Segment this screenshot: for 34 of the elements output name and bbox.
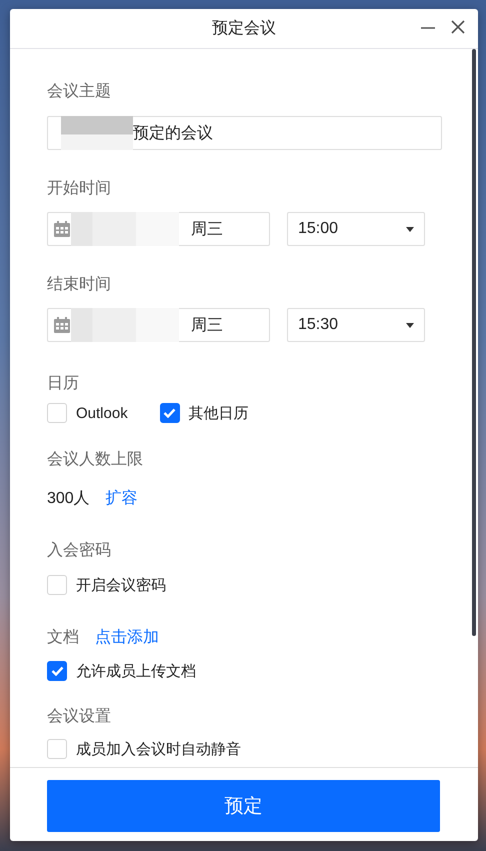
section-label: 开始时间 xyxy=(47,179,112,199)
calendar-icon xyxy=(53,220,71,238)
checkbox-label: Outlook xyxy=(76,404,128,422)
section-label: 文档 xyxy=(47,628,79,648)
date-field[interactable]: 周三 xyxy=(47,308,270,342)
section-label: 结束时间 xyxy=(47,275,112,295)
section-label: 日历 xyxy=(47,374,80,394)
time-select[interactable]: 15:00 xyxy=(287,212,425,246)
add-document-link[interactable]: 点击添加 xyxy=(95,628,159,648)
close-icon[interactable] xyxy=(450,19,466,35)
redaction-block xyxy=(61,116,133,150)
expand-link[interactable]: 扩容 xyxy=(106,489,138,509)
calendar-icon xyxy=(53,316,71,334)
checkbox-label: 允许成员上传文档 xyxy=(76,662,196,680)
checkbox[interactable] xyxy=(160,403,180,423)
capacity-value: 300人 xyxy=(47,489,90,509)
scrollbar-thumb[interactable] xyxy=(472,49,476,636)
time-select[interactable]: 15:30 xyxy=(287,308,425,342)
section-label: 会议主题 xyxy=(47,82,112,102)
section-label: 入会密码 xyxy=(47,541,112,561)
caret-icon xyxy=(406,226,414,232)
checkbox-label: 其他日历 xyxy=(188,404,249,422)
section-label: 会议设置 xyxy=(47,707,112,727)
checkbox[interactable] xyxy=(47,661,67,681)
checkbox-label: 成员加入会议时自动静音 xyxy=(76,740,241,758)
book-button[interactable]: 预定 xyxy=(47,780,440,832)
caret-icon xyxy=(406,322,414,328)
window-title: 预定会议 xyxy=(212,18,276,39)
checkbox-label: 开启会议密码 xyxy=(76,576,166,594)
input-field[interactable]: 预定的会议 xyxy=(47,116,442,150)
date-field[interactable]: 周三 xyxy=(47,212,270,246)
checkmark-icon xyxy=(50,666,64,676)
section-label: 会议人数上限 xyxy=(47,450,144,470)
checkmark-icon xyxy=(163,408,176,418)
